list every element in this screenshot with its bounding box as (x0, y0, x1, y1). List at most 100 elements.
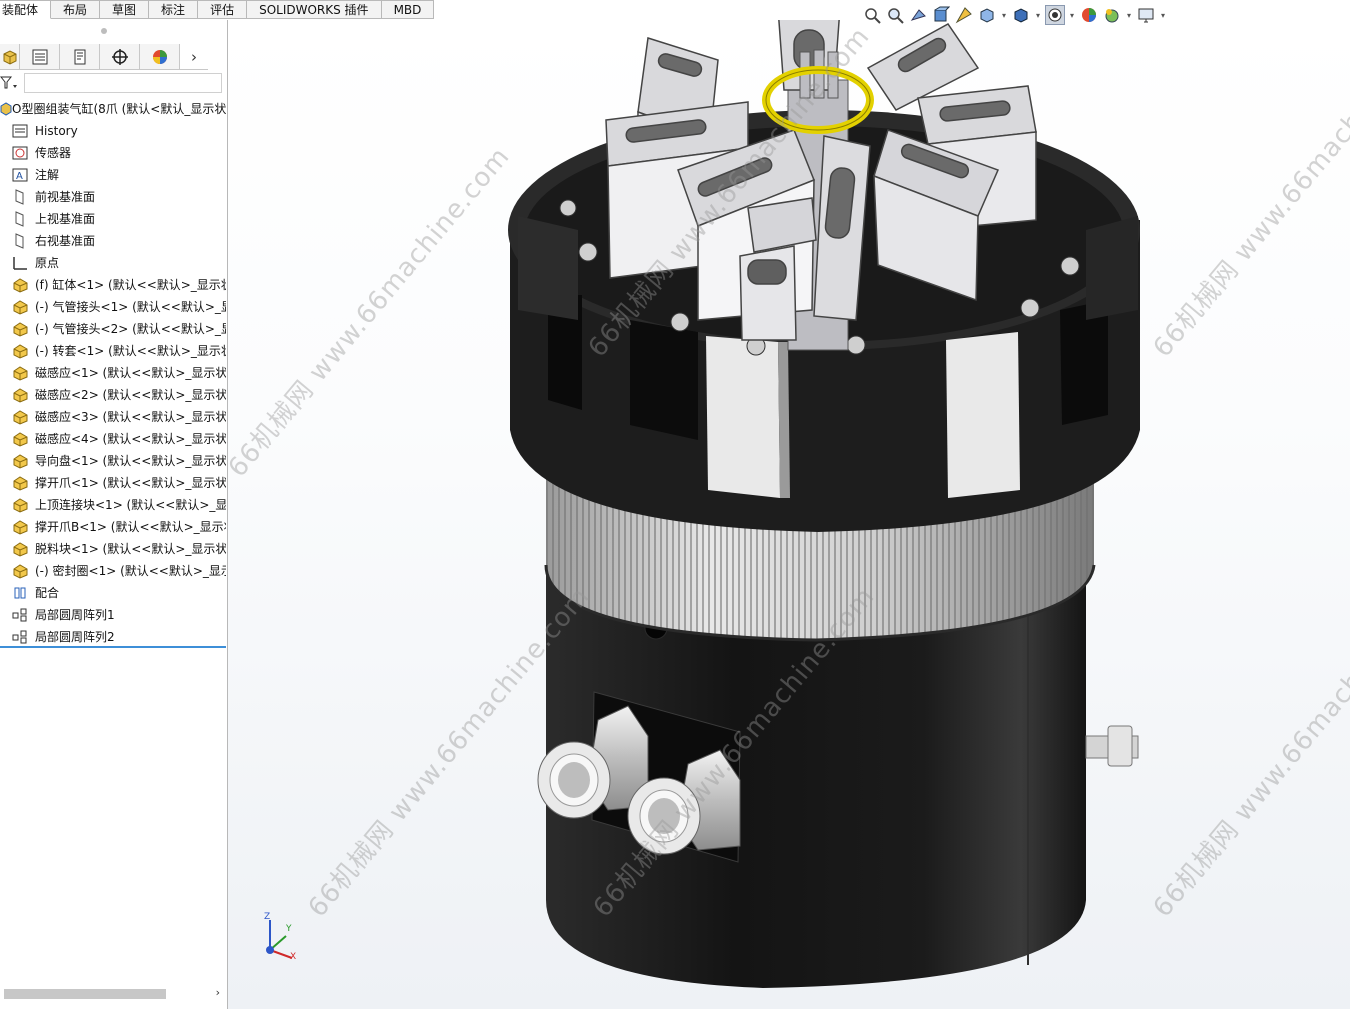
tree-item[interactable]: 磁感应<1> (默认<<默认>_显示状: (0, 362, 226, 384)
part-icon (11, 431, 29, 447)
edit-appearance-icon[interactable] (1079, 5, 1099, 25)
triad-label-x: X (290, 952, 297, 962)
feature-manager-tab[interactable] (0, 44, 20, 70)
tree-item[interactable]: (-) 气管接头<2> (默认<<默认>_显 (0, 318, 226, 340)
tree-item[interactable]: 局部圆周阵列2 (0, 626, 226, 648)
part-icon (11, 453, 29, 469)
property-manager-icon (32, 49, 47, 64)
tab-mbd[interactable]: MBD (381, 0, 435, 19)
filter-input[interactable] (24, 73, 222, 93)
horizontal-scrollbar[interactable]: › (0, 986, 226, 1002)
tree-item[interactable]: (-) 转套<1> (默认<<默认>_显示状 (0, 340, 226, 362)
tab-sketch[interactable]: 草图 (100, 0, 150, 19)
tree-item-label: 传感器 (35, 146, 72, 160)
tree-item[interactable]: 右视基准面 (0, 230, 226, 252)
origin-icon (11, 255, 29, 271)
display-manager-tab[interactable] (140, 44, 180, 70)
zoom-to-area-icon[interactable] (885, 5, 905, 25)
part-icon (11, 475, 29, 491)
circular-pattern-icon (11, 607, 29, 623)
apply-scene-icon[interactable] (1102, 5, 1122, 25)
tab-solidworks-addins[interactable]: SOLIDWORKS 插件 (247, 0, 382, 19)
tree-rollback-bar[interactable] (0, 646, 226, 648)
tree-item-root-assembly[interactable]: O型圈组装气缸(8爪 (默认<默认_显示状 (0, 98, 226, 120)
tree-item[interactable]: 撑开爪<1> (默认<<默认>_显示状: (0, 472, 226, 494)
tree-item-label: (-) 气管接头<1> (默认<<默认>_显 (35, 300, 226, 314)
tree-item-label: 上视基准面 (35, 212, 96, 226)
hide-show-items-icon[interactable] (1045, 5, 1065, 25)
tree-item[interactable]: 原点 (0, 252, 226, 274)
tab-evaluate[interactable]: 评估 (198, 0, 248, 19)
part-icon (11, 387, 29, 403)
previous-view-icon[interactable] (908, 5, 928, 25)
annotation-icon: A (11, 167, 29, 183)
part-icon (11, 365, 29, 381)
tree-item-label: 磁感应<2> (默认<<默认>_显示状: (35, 388, 226, 402)
tree-item-label: 脱料块<1> (默认<<默认>_显示状: (35, 542, 226, 556)
scrollbar-thumb[interactable] (4, 989, 166, 999)
part-icon (11, 277, 29, 293)
history-icon (11, 123, 29, 139)
part-icon (11, 563, 29, 579)
dynamic-annotation-icon[interactable] (954, 5, 974, 25)
display-manager-icon (152, 49, 167, 64)
heads-up-view-toolbar: ▾ ▾ ▾ ▾ ▾ (862, 2, 1167, 28)
filter-icon[interactable] (0, 76, 18, 90)
view-orientation-dropdown-icon[interactable]: ▾ (1000, 5, 1008, 25)
view-orientation-icon[interactable] (977, 5, 997, 25)
part-icon (11, 299, 29, 315)
panel-more-chevron-icon[interactable]: › (180, 44, 208, 70)
property-manager-tab[interactable] (20, 44, 60, 70)
tree-item[interactable]: 局部圆周阵列1 (0, 604, 226, 626)
tree-item[interactable]: 脱料块<1> (默认<<默认>_显示状: (0, 538, 226, 560)
tab-assembly[interactable]: 装配体 (0, 0, 52, 19)
tree-item[interactable]: 上视基准面 (0, 208, 226, 230)
part-icon (11, 343, 29, 359)
tree-item[interactable]: 配合 (0, 582, 226, 604)
apply-scene-dropdown-icon[interactable]: ▾ (1125, 5, 1133, 25)
feature-manager-icon (3, 49, 16, 65)
dimxpert-manager-tab[interactable] (100, 44, 140, 70)
tree-item[interactable]: (-) 气管接头<1> (默认<<默认>_显 (0, 296, 226, 318)
dimxpert-manager-icon (111, 48, 128, 65)
tree-item[interactable]: (-) 密封圈<1> (默认<<默认>_显示 (0, 560, 226, 582)
feature-manager-panel: › O型圈组装气缸(8爪 (默认<默认_显示状 History 传感器 A 注解 前视基准… (0, 20, 228, 1009)
configuration-manager-tab[interactable] (60, 44, 100, 70)
tree-item[interactable]: 传感器 (0, 142, 226, 164)
tab-markup[interactable]: 标注 (149, 0, 199, 19)
part-icon (11, 541, 29, 557)
tree-item[interactable]: 导向盘<1> (默认<<默认>_显示状: (0, 450, 226, 472)
tree-item-label: (-) 转套<1> (默认<<默认>_显示状 (35, 344, 226, 358)
tree-item[interactable]: 磁感应<3> (默认<<默认>_显示状: (0, 406, 226, 428)
part-icon (11, 409, 29, 425)
graphics-area[interactable]: Z X Y 66机械网 www.66machine.com 66机械网 www.… (228, 20, 1350, 1009)
tree-item[interactable]: 前视基准面 (0, 186, 226, 208)
tree-item[interactable]: 磁感应<4> (默认<<默认>_显示状: (0, 428, 226, 450)
tree-item[interactable]: (f) 缸体<1> (默认<<默认>_显示状 (0, 274, 226, 296)
tree-item[interactable]: History (0, 120, 226, 142)
tree-item[interactable]: 磁感应<2> (默认<<默认>_显示状: (0, 384, 226, 406)
view-settings-icon[interactable] (1136, 5, 1156, 25)
plane-icon (11, 189, 29, 205)
tree-item[interactable]: 上顶连接块<1> (默认<<默认>_显示 (0, 494, 226, 516)
zoom-to-fit-icon[interactable] (862, 5, 882, 25)
tab-layout[interactable]: 布局 (51, 0, 101, 19)
hide-show-dropdown-icon[interactable]: ▾ (1068, 5, 1076, 25)
tree-item-label: (f) 缸体<1> (默认<<默认>_显示状 (35, 278, 226, 292)
mates-icon (11, 585, 29, 601)
scroll-right-arrow-icon[interactable]: › (216, 986, 220, 999)
panel-grip[interactable] (101, 28, 107, 34)
configuration-manager-icon (74, 49, 85, 64)
tree-item-label: 磁感应<1> (默认<<默认>_显示状: (35, 366, 226, 380)
display-style-dropdown-icon[interactable]: ▾ (1034, 5, 1042, 25)
view-settings-dropdown-icon[interactable]: ▾ (1159, 5, 1167, 25)
plane-icon (11, 233, 29, 249)
tree-item-label: 右视基准面 (35, 234, 96, 248)
tree-item[interactable]: 撑开爪B<1> (默认<<默认>_显示状 (0, 516, 226, 538)
tree-item[interactable]: A 注解 (0, 164, 226, 186)
part-icon (11, 321, 29, 337)
display-style-icon[interactable] (1011, 5, 1031, 25)
tree-item-label: 磁感应<4> (默认<<默认>_显示状: (35, 432, 226, 446)
triad-label-y: Y (286, 924, 292, 934)
section-view-icon[interactable] (931, 5, 951, 25)
